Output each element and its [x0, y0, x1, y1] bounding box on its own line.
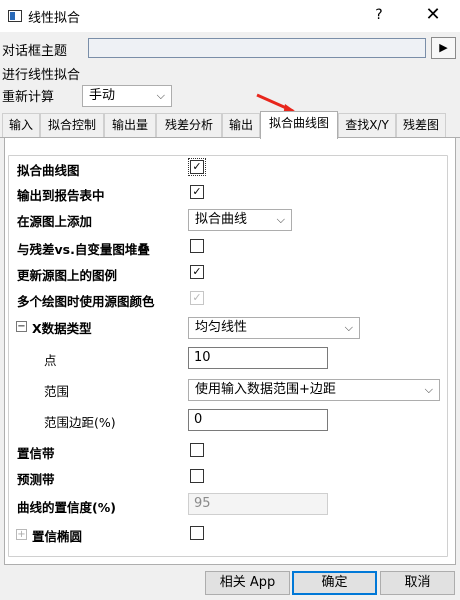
close-button[interactable]: ✕ — [420, 3, 446, 29]
recalc-select-value: 手动 — [89, 88, 116, 103]
range-value: 使用输入数据范围+边距 — [195, 382, 336, 397]
app-icon — [8, 10, 22, 22]
tab-residual-analysis[interactable]: 残差分析 — [156, 113, 222, 137]
output-to-report-label: 输出到报告表中 — [17, 188, 105, 203]
help-button[interactable]: ? — [366, 3, 392, 29]
chevron-down-icon: ⌵ — [424, 383, 433, 396]
cancel-button[interactable]: 取消 — [380, 571, 455, 595]
chevron-down-icon: ⌵ — [344, 321, 353, 334]
tab-output[interactable]: 输出 — [222, 113, 260, 137]
chevron-down-icon: ⌵ — [276, 213, 285, 226]
tab-fitted-curves-plot[interactable]: 拟合曲线图 — [260, 111, 338, 139]
ok-button[interactable]: 确定 — [292, 571, 377, 595]
use-source-color-label: 多个绘图时使用源图颜色 — [17, 294, 155, 309]
use-source-color-checkbox[interactable]: ✓ — [190, 291, 204, 305]
curve-confidence-input[interactable]: 95 — [188, 493, 328, 515]
recalc-label: 重新计算 — [2, 90, 55, 105]
stack-residual-label: 与残差vs.自变量图堆叠 — [17, 242, 150, 257]
collapse-icon[interactable]: − — [16, 321, 27, 332]
fit-curve-plot-checkbox[interactable]: ✓ — [188, 158, 206, 176]
tab-quantities[interactable]: 输出量 — [104, 113, 156, 137]
points-label: 点 — [44, 353, 57, 368]
confidence-band-checkbox[interactable] — [190, 443, 204, 457]
tab-find-xy[interactable]: 查找X/Y — [338, 113, 396, 137]
tab-bar: 输入 拟合控制 输出量 残差分析 输出 拟合曲线图 查找X/Y 残差图 — [0, 111, 460, 140]
update-legend-checkbox[interactable]: ✓ — [190, 265, 204, 279]
theme-input[interactable] — [88, 38, 426, 58]
x-data-type-value: 均匀线性 — [195, 320, 248, 335]
confidence-ellipse-checkbox[interactable] — [190, 526, 204, 540]
tab-input[interactable]: 输入 — [2, 113, 40, 137]
prediction-band-checkbox[interactable] — [190, 469, 204, 483]
description-text: 进行线性拟合 — [2, 68, 81, 83]
confidence-ellipse-label: 置信椭圆 — [32, 529, 83, 544]
update-legend-label: 更新源图上的图例 — [17, 268, 118, 283]
stack-residual-checkbox[interactable] — [190, 239, 204, 253]
chevron-down-icon: ⌵ — [156, 89, 165, 102]
tab-residual-plots[interactable]: 残差图 — [396, 113, 446, 137]
range-select[interactable]: 使用输入数据范围+边距 ⌵ — [188, 379, 440, 401]
theme-label: 对话框主题 — [2, 44, 68, 59]
tab-fit-control[interactable]: 拟合控制 — [40, 113, 104, 137]
recalc-select[interactable]: 手动 ⌵ — [82, 85, 172, 107]
x-data-type-label: X数据类型 — [32, 321, 92, 336]
window-title: 线性拟合 — [28, 11, 81, 26]
add-on-source-value: 拟合曲线 — [195, 212, 248, 227]
curve-confidence-label: 曲线的置信度(%) — [17, 500, 116, 515]
range-margin-input[interactable]: 0 — [188, 409, 328, 431]
output-to-report-checkbox[interactable]: ✓ — [190, 185, 204, 199]
range-label: 范围 — [44, 384, 70, 399]
points-input[interactable]: 10 — [188, 347, 328, 369]
fit-curve-plot-label: 拟合曲线图 — [17, 163, 80, 178]
add-on-source-select[interactable]: 拟合曲线 ⌵ — [188, 209, 292, 231]
confidence-band-label: 置信带 — [17, 446, 55, 461]
range-margin-label: 范围边距(%) — [44, 415, 116, 430]
expand-icon[interactable]: + — [16, 529, 27, 540]
add-on-source-label: 在源图上添加 — [17, 214, 93, 229]
x-data-type-select[interactable]: 均匀线性 ⌵ — [188, 317, 360, 339]
prediction-band-label: 预测带 — [17, 472, 55, 487]
theme-menu-button[interactable]: ▶ — [431, 37, 456, 59]
related-app-button[interactable]: 相关 App — [205, 571, 290, 595]
